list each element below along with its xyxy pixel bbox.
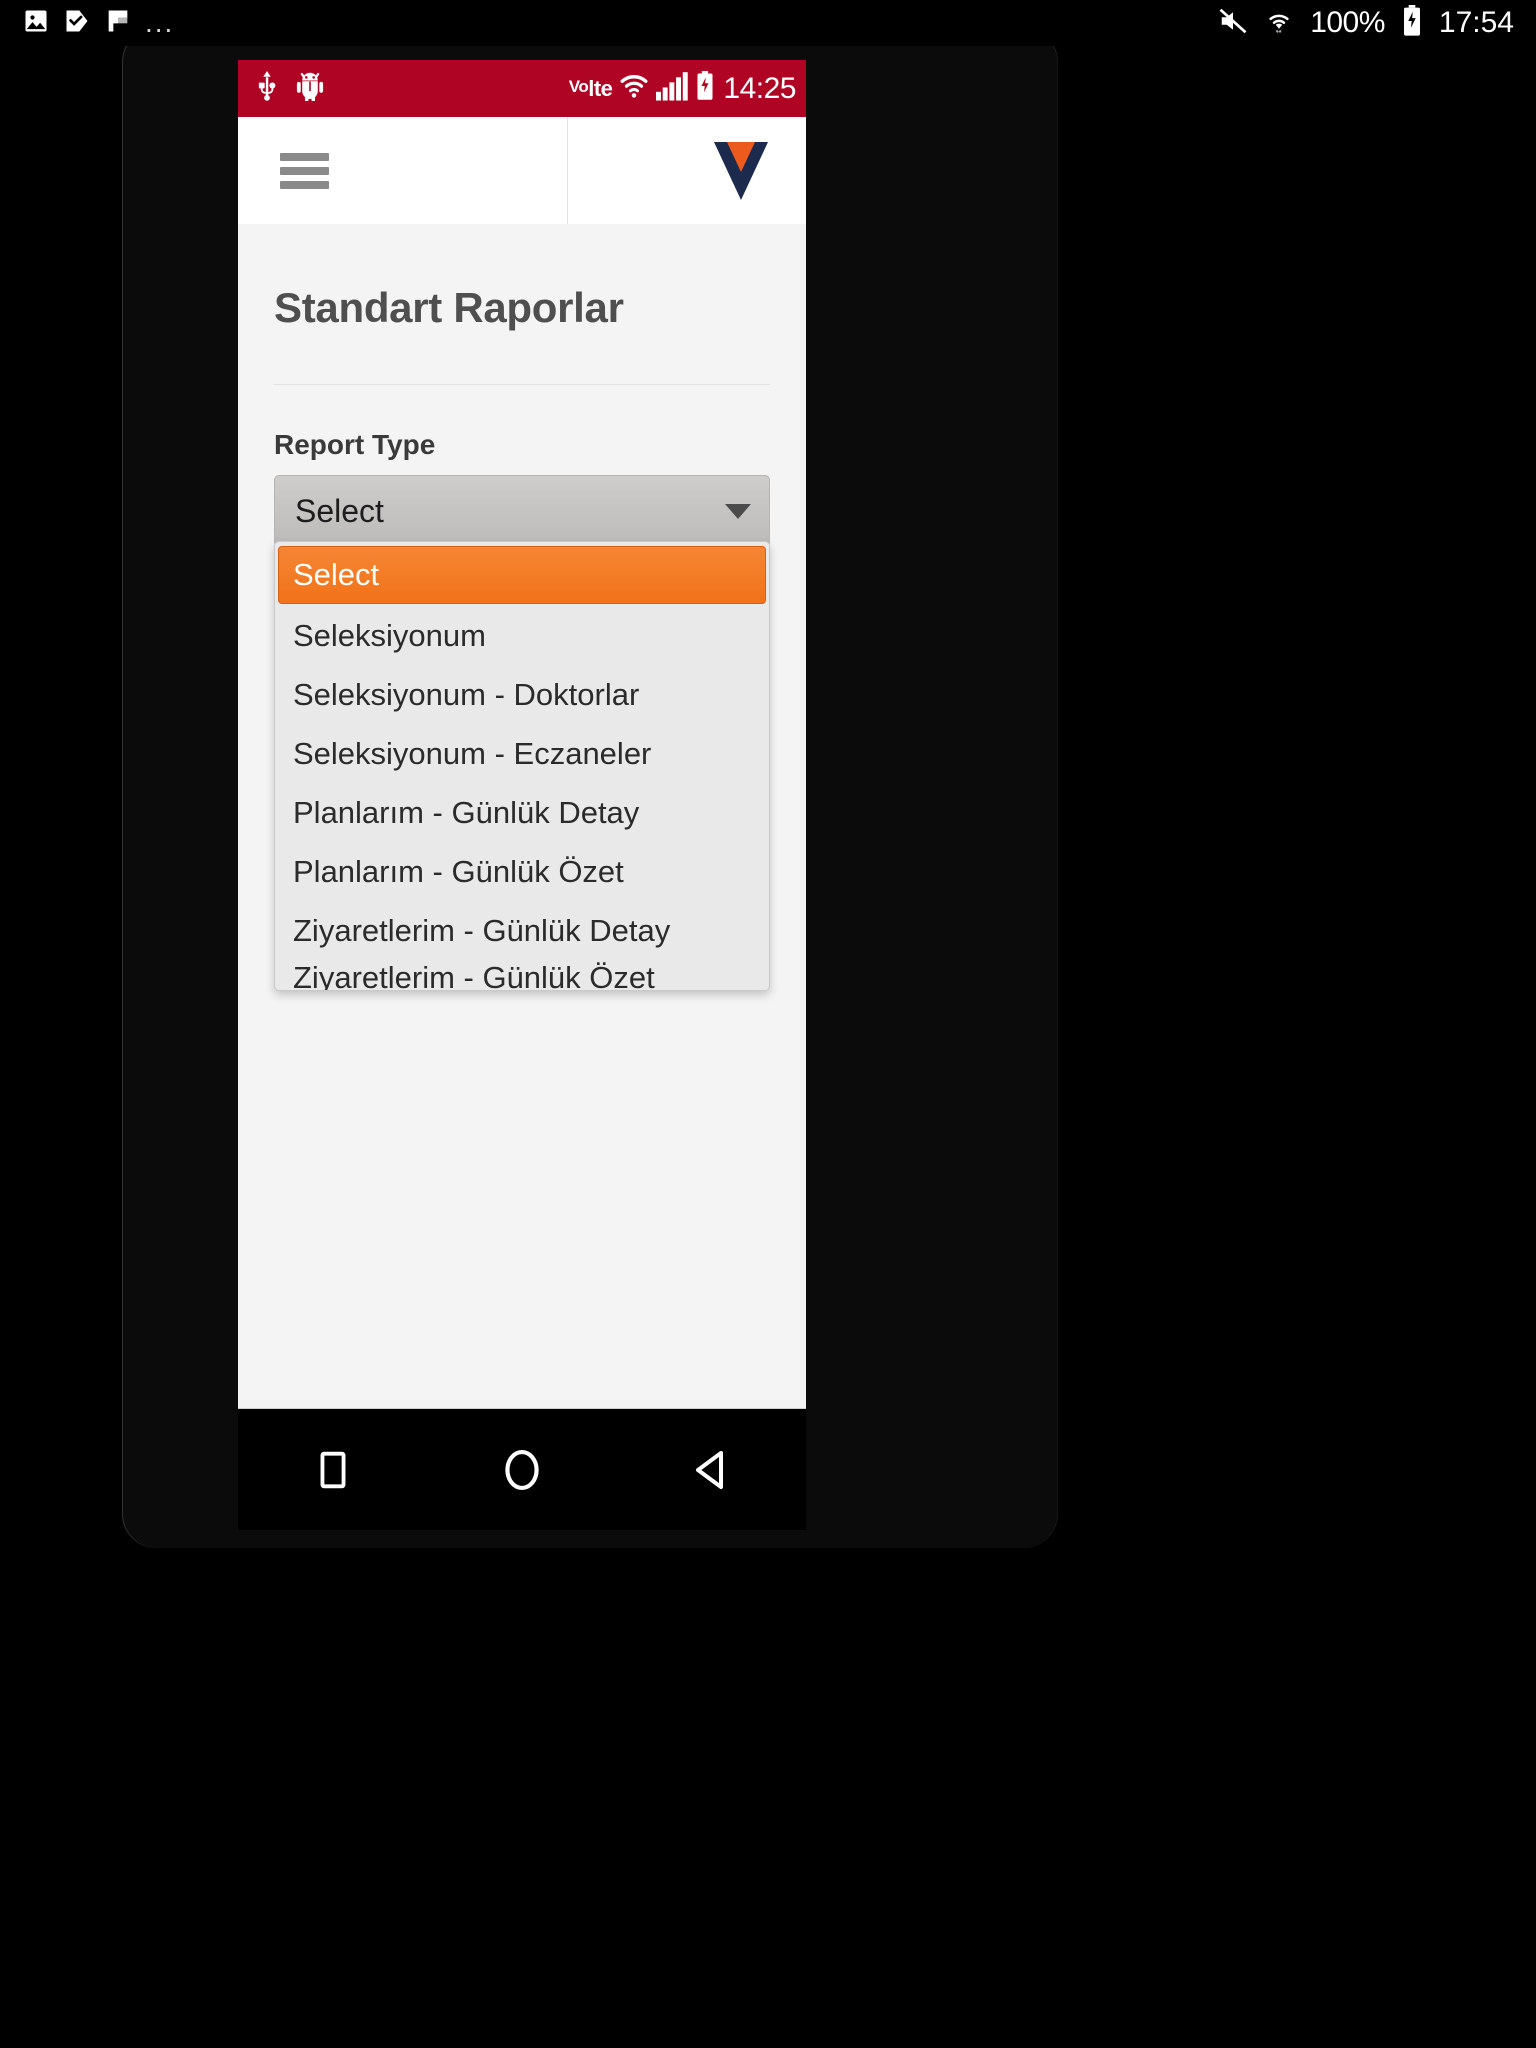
app-clock: 14:25: [723, 71, 796, 105]
report-type-dropdown[interactable]: Select Seleksiyonum Seleksiyonum - Dokto…: [274, 541, 770, 991]
signal-bars-icon: [656, 71, 689, 106]
android-navigation-bar: [238, 1408, 806, 1530]
os-status-right-icons: 100% 17:54: [1218, 4, 1514, 42]
overflow-dots: ...: [145, 7, 175, 38]
app-status-bar: Volte 14:25: [238, 60, 806, 117]
dropdown-option[interactable]: Ziyaretlerim - Günlük Detay: [275, 901, 769, 960]
report-type-select-wrapper: Select Select Seleksiyonum Seleksiyonum …: [274, 475, 770, 991]
header-divider: [567, 117, 568, 224]
hamburger-bar: [280, 166, 329, 175]
flag-icon: [104, 7, 132, 40]
back-triangle-icon[interactable]: [661, 1420, 761, 1520]
battery-percent-label: 100%: [1310, 6, 1385, 39]
page-title: Standart Raporlar: [274, 284, 624, 331]
app-header: [238, 117, 806, 224]
dropdown-option[interactable]: Ziyaretlerim - Günlük Özet: [275, 960, 769, 990]
image-icon: [22, 7, 50, 40]
usb-icon: [254, 71, 280, 106]
hamburger-bar: [280, 180, 329, 189]
phone-screen: Volte 14:25 Standart Raporlar Report Typ…: [238, 60, 806, 1408]
v-logo-icon: [710, 138, 772, 204]
wifi-icon: [1264, 6, 1294, 41]
report-type-label: Report Type: [274, 429, 436, 460]
battery-charging-icon: [1401, 4, 1423, 42]
dropdown-option[interactable]: Select: [278, 546, 766, 604]
volte-label: Volte: [568, 75, 613, 101]
home-circle-icon[interactable]: [472, 1420, 572, 1520]
app-status-left-icons: [254, 71, 324, 106]
dropdown-option[interactable]: Seleksiyonum: [275, 606, 769, 665]
app-status-right-icons: Volte 14:25: [569, 71, 796, 106]
os-status-left-icons: ...: [22, 7, 174, 40]
battery-charging-icon: [695, 71, 715, 106]
os-status-bar: ... 100% 17:54: [0, 0, 1536, 46]
os-clock: 17:54: [1438, 6, 1514, 39]
hamburger-menu-icon[interactable]: [280, 152, 329, 189]
title-divider: [274, 384, 770, 385]
mute-icon: [1218, 6, 1248, 41]
app-content: Standart Raporlar Report Type Select Sel…: [238, 224, 806, 1408]
report-type-select[interactable]: Select: [274, 475, 770, 547]
video-check-icon: [63, 7, 91, 40]
hamburger-bar: [280, 152, 329, 161]
dropdown-option[interactable]: Planlarım - Günlük Detay: [275, 783, 769, 842]
wifi-icon: [619, 72, 649, 105]
recents-square-icon[interactable]: [283, 1420, 383, 1520]
chevron-down-icon: [725, 503, 751, 519]
android-bug-icon: [296, 71, 324, 106]
report-type-selected-value: Select: [295, 492, 384, 529]
dropdown-option[interactable]: Seleksiyonum - Doktorlar: [275, 665, 769, 724]
dropdown-option[interactable]: Seleksiyonum - Eczaneler: [275, 724, 769, 783]
dropdown-option[interactable]: Planlarım - Günlük Özet: [275, 842, 769, 901]
